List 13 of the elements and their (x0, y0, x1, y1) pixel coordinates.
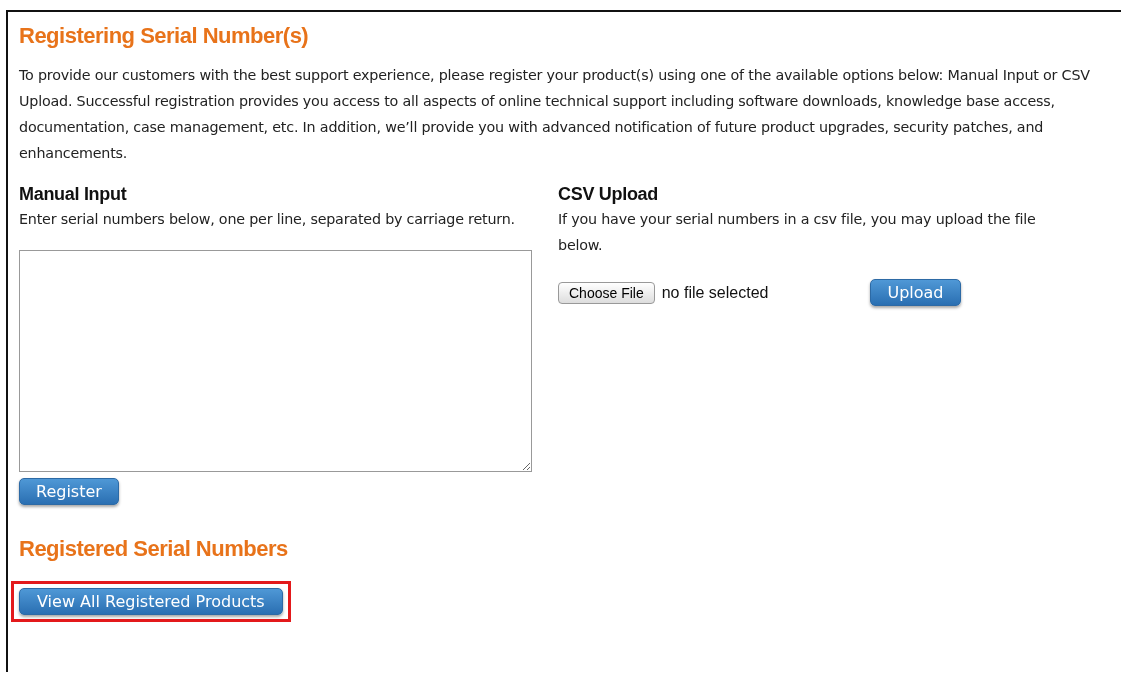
section-heading: Registering Serial Number(s) (19, 22, 310, 50)
section-heading: Registered Serial Numbers (19, 535, 289, 563)
section-description: If you have your serial numbers in a csv file, you may upload the file below. (558, 210, 1037, 255)
section-description: Enter serial numbers below, one per line, separated by carriage return. (19, 210, 516, 229)
view-all-products-button[interactable]: View All Registered Products (19, 588, 283, 615)
file-status: no file selected (661, 283, 769, 302)
section-subtitle: CSV Upload (558, 183, 659, 206)
serial-numbers-field[interactable] (19, 250, 532, 472)
upload-button[interactable]: Upload (870, 279, 961, 306)
register-button[interactable]: Register (19, 478, 119, 505)
choose-file-button[interactable]: Choose File (558, 281, 655, 304)
section-subtitle: Manual Input (19, 183, 128, 206)
intro-paragraph: To provide our customers with the best support experience, please register your product(s) using one of the available options below: Manual Input or CSV Upload. Successful registration provides you access to all aspects of online technical support including software downloads, knowledge base access, documentation, case management, etc. In addition, we’ll provide you with advanced notification of future product upgrades, security patches, and enhancements. (19, 66, 1091, 163)
